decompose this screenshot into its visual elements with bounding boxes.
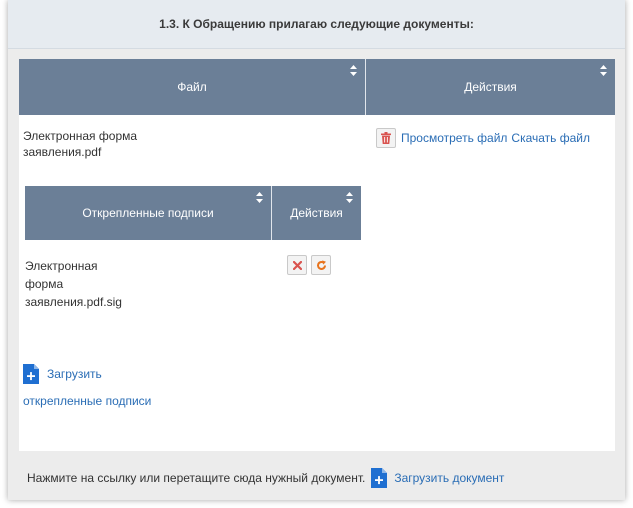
download-file-link[interactable]: Скачать файл — [511, 131, 590, 145]
upload-signatures: Загрузить открепленные подписи — [23, 364, 151, 408]
panel-content: Файл Действия Электронная форма заявлени… — [19, 59, 615, 451]
signatures-table: Открепленные подписи Действия — [25, 186, 361, 240]
upload-document-link[interactable]: Загрузить документ — [394, 471, 504, 485]
column-header-label: Действия — [290, 206, 343, 220]
replace-signature-button[interactable] — [311, 255, 331, 275]
column-header-label: Действия — [464, 80, 517, 94]
upload-footer: Нажмите на ссылку или перетащите сюда ну… — [27, 468, 504, 488]
column-header-actions[interactable]: Действия — [365, 59, 615, 115]
column-header-signatures[interactable]: Открепленные подписи — [25, 186, 272, 240]
file-actions: Просмотреть файл Скачать файл — [376, 128, 590, 148]
view-file-link[interactable]: Просмотреть файл — [401, 131, 507, 145]
sort-icon[interactable] — [346, 192, 353, 203]
upload-signatures-link[interactable]: Загрузить — [47, 367, 102, 381]
trash-icon — [381, 132, 391, 144]
file-name: Электронная форма заявления.pdf — [23, 129, 138, 159]
signature-actions — [287, 255, 331, 275]
upload-file-icon[interactable] — [23, 364, 39, 384]
section-title: 1.3. К Обращению прилагаю следующие доку… — [159, 17, 474, 31]
upload-file-icon[interactable] — [371, 468, 388, 488]
close-icon — [292, 260, 302, 270]
column-header-label: Файл — [177, 80, 207, 94]
documents-panel: 1.3. К Обращению прилагаю следующие доку… — [8, 0, 625, 500]
refresh-icon — [316, 259, 326, 270]
column-header-signature-actions[interactable]: Действия — [271, 186, 361, 240]
sort-icon[interactable] — [256, 192, 263, 203]
files-table: Файл Действия — [19, 59, 615, 115]
column-header-file[interactable]: Файл — [19, 59, 366, 115]
upload-hint: Нажмите на ссылку или перетащите сюда ну… — [27, 471, 366, 485]
sort-icon[interactable] — [350, 65, 357, 76]
remove-signature-button[interactable] — [287, 255, 307, 275]
panel-header: 1.3. К Обращению прилагаю следующие доку… — [8, 0, 625, 49]
sort-icon[interactable] — [600, 65, 607, 76]
column-header-label: Открепленные подписи — [82, 206, 214, 220]
delete-file-button[interactable] — [376, 128, 396, 148]
signature-file-name: Электронная форма заявления.pdf.sig — [25, 259, 122, 309]
upload-signatures-link-line2[interactable]: открепленные подписи — [23, 394, 151, 408]
